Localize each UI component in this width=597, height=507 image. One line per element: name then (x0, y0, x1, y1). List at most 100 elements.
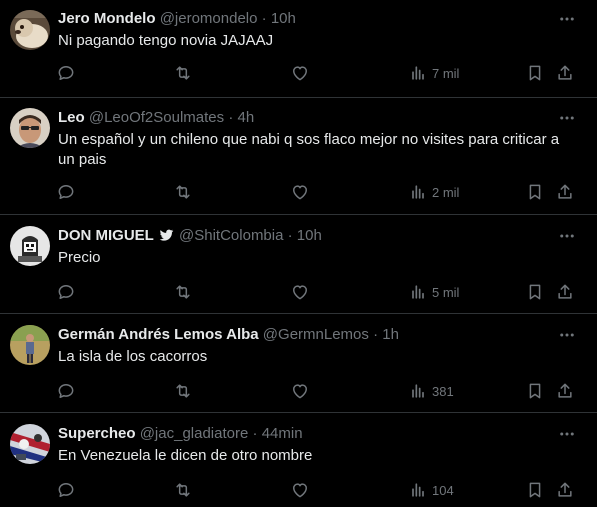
retweet-button[interactable] (173, 479, 193, 501)
share-button[interactable] (555, 380, 575, 402)
reply-button[interactable] (56, 380, 76, 402)
retweet-icon (176, 483, 190, 497)
retweet-icon (176, 384, 190, 398)
display-name[interactable]: DON MIGUEL (58, 227, 154, 244)
views-count: 7 mil (432, 65, 460, 81)
retweet-icon (176, 185, 190, 199)
action-bar: 381 (48, 380, 588, 402)
display-name[interactable]: Jero Mondelo (58, 10, 156, 27)
separator: · (228, 109, 234, 126)
bookmark-icon (529, 65, 541, 81)
retweet-button[interactable] (173, 181, 193, 203)
like-icon (293, 384, 307, 399)
views-count: 5 mil (432, 284, 460, 300)
more-icon (560, 333, 574, 337)
separator: · (287, 227, 293, 244)
tweet-text: Un español y un chileno que nabi q sos f… (58, 131, 560, 168)
display-name[interactable]: Germán Andrés Lemos Alba (58, 326, 259, 343)
timestamp[interactable]: 10h (297, 227, 322, 244)
more-button[interactable] (557, 424, 577, 444)
user-handle[interactable]: @jeromondelo (160, 10, 258, 27)
like-button[interactable] (290, 62, 310, 84)
reply-icon (58, 66, 74, 80)
tweet-header: Germán Andrés Lemos Alba @GermnLemos · 1… (58, 325, 557, 345)
user-handle[interactable]: @jac_gladiatore (140, 425, 249, 442)
reply-icon (58, 285, 74, 299)
tweet-text: Precio (58, 249, 101, 266)
tweet-text: La isla de los cacorros (58, 348, 208, 365)
reply-button[interactable] (56, 62, 76, 84)
share-icon (558, 482, 572, 497)
bookmark-icon (529, 284, 541, 300)
more-button[interactable] (557, 226, 577, 246)
timestamp[interactable]: 44min (262, 425, 303, 442)
views-icon (412, 483, 424, 497)
share-button[interactable] (555, 62, 575, 84)
share-button[interactable] (555, 281, 575, 303)
views-button[interactable]: 7 mil (408, 62, 459, 84)
like-icon (293, 185, 307, 200)
more-icon (560, 432, 574, 436)
reply-button[interactable] (56, 281, 76, 303)
share-icon (558, 65, 572, 80)
views-button[interactable]: 5 mil (408, 281, 459, 303)
bookmark-button[interactable] (525, 479, 545, 501)
action-bar: 5 mil (48, 281, 588, 303)
share-button[interactable] (555, 181, 575, 203)
retweet-button[interactable] (173, 281, 193, 303)
views-icon (412, 66, 424, 80)
bookmark-button[interactable] (525, 62, 545, 84)
more-button[interactable] (557, 325, 577, 345)
like-icon (293, 285, 307, 300)
user-handle[interactable]: @LeoOf2Soulmates (89, 109, 224, 126)
like-icon (293, 66, 307, 81)
views-icon (412, 384, 424, 398)
user-handle[interactable]: @ShitColombia (179, 227, 283, 244)
user-handle[interactable]: @GermnLemos (263, 326, 369, 343)
timestamp[interactable]: 1h (382, 326, 399, 343)
like-button[interactable] (290, 181, 310, 203)
avatar[interactable] (10, 10, 50, 50)
more-button[interactable] (557, 108, 577, 128)
avatar[interactable] (10, 325, 50, 365)
reply-icon (58, 483, 74, 497)
bookmark-button[interactable] (525, 380, 545, 402)
like-button[interactable] (290, 281, 310, 303)
display-name[interactable]: Supercheo (58, 425, 136, 442)
display-name[interactable]: Leo (58, 109, 85, 126)
bookmark-button[interactable] (525, 181, 545, 203)
action-bar: 7 mil (48, 62, 588, 84)
tweet[interactable]: Jero Mondelo @jeromondelo · 10h Ni pagan… (0, 0, 597, 98)
views-count: 104 (432, 482, 454, 498)
avatar[interactable] (10, 108, 50, 148)
tweet[interactable]: DON MIGUEL @ShitColombia · 10h Precio 5 … (0, 215, 597, 314)
tweet-header: Supercheo @jac_gladiatore · 44min (58, 424, 557, 444)
more-icon (560, 116, 574, 120)
retweet-button[interactable] (173, 62, 193, 84)
more-icon (560, 17, 574, 21)
reply-button[interactable] (56, 181, 76, 203)
tweet-header: DON MIGUEL @ShitColombia · 10h (58, 226, 557, 246)
timestamp[interactable]: 10h (271, 10, 296, 27)
share-button[interactable] (555, 479, 575, 501)
retweet-button[interactable] (173, 380, 193, 402)
views-button[interactable]: 104 (408, 479, 454, 501)
tweet[interactable]: Supercheo @jac_gladiatore · 44min En Ven… (0, 413, 597, 507)
more-button[interactable] (557, 9, 577, 29)
avatar[interactable] (10, 424, 50, 464)
avatar[interactable] (10, 226, 50, 266)
tweet[interactable]: Germán Andrés Lemos Alba @GermnLemos · 1… (0, 314, 597, 413)
bookmark-icon (529, 383, 541, 399)
tweet[interactable]: Leo @LeoOf2Soulmates · 4h Un español y u… (0, 98, 597, 215)
views-button[interactable]: 2 mil (408, 181, 459, 203)
action-bar: 104 (48, 479, 588, 501)
retweet-icon (176, 66, 190, 80)
timestamp[interactable]: 4h (238, 109, 255, 126)
views-button[interactable]: 381 (408, 380, 454, 402)
like-button[interactable] (290, 479, 310, 501)
share-icon (558, 383, 572, 398)
reply-feed: Jero Mondelo @jeromondelo · 10h Ni pagan… (0, 0, 597, 507)
bookmark-button[interactable] (525, 281, 545, 303)
like-button[interactable] (290, 380, 310, 402)
reply-button[interactable] (56, 479, 76, 501)
